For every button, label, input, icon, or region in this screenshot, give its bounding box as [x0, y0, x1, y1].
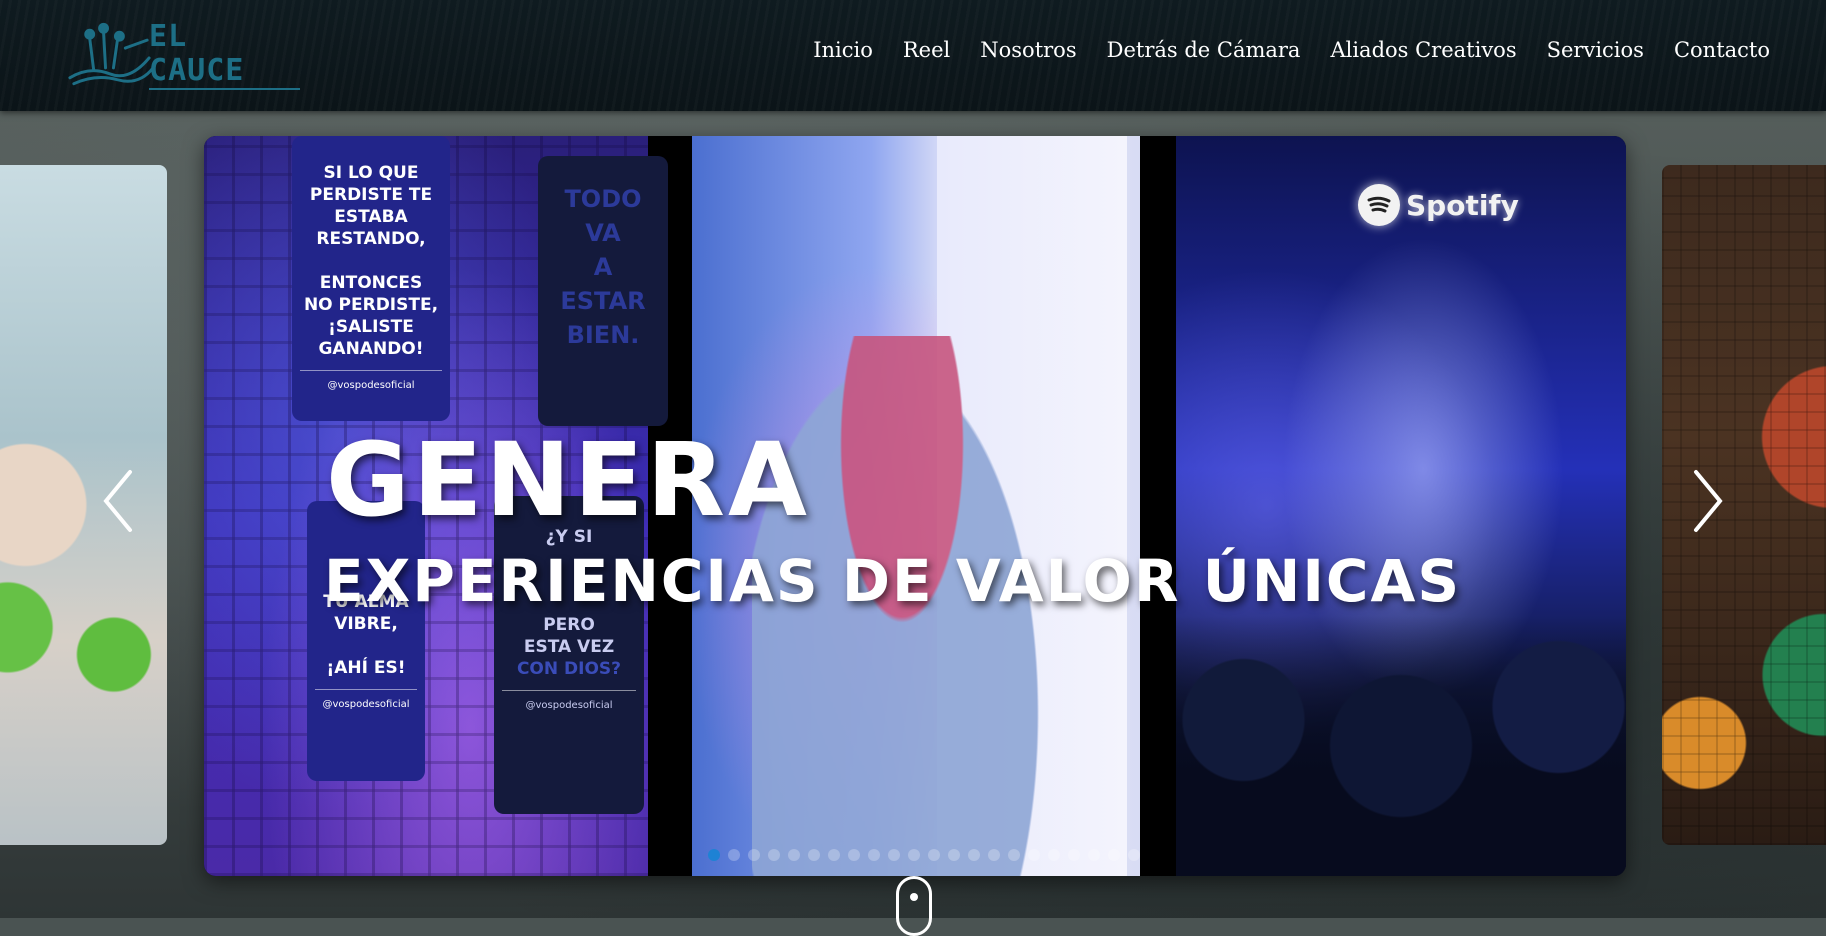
carousel-dot[interactable] — [1028, 849, 1040, 861]
nav-link-reel[interactable]: Reel — [903, 38, 950, 62]
tag3-handle: @vospodesoficial — [315, 689, 417, 716]
tag2-line-1: TODO — [564, 185, 642, 213]
tag1-line-8: ¡SALISTE — [328, 317, 414, 337]
tag3-line-4: ¡AHÍ ES! — [326, 658, 406, 678]
message-tag-1: SI LO QUE PERDISTE TE ESTABA RESTANDO, E… — [292, 136, 450, 421]
audience-silhouettes — [1176, 616, 1626, 876]
logo-emblem-icon — [68, 22, 155, 86]
carousel-dot[interactable] — [1088, 849, 1100, 861]
mouse-scroll-icon[interactable] — [896, 876, 932, 936]
acoustic-panel-pattern — [1662, 165, 1826, 845]
tag1-line-3: ESTABA — [334, 207, 408, 227]
carousel-dot[interactable] — [868, 849, 880, 861]
nav-link-contacto[interactable]: Contacto — [1674, 38, 1770, 62]
carousel-dot[interactable] — [908, 849, 920, 861]
tag1-line-9: GANANDO! — [318, 339, 424, 359]
carousel-dot[interactable] — [888, 849, 900, 861]
carousel-dot[interactable] — [988, 849, 1000, 861]
tag3-line-2: VIBRE, — [334, 614, 398, 634]
nav-link-detras-de-camara[interactable]: Detrás de Cámara — [1107, 38, 1301, 62]
carousel-slide-next[interactable] — [1662, 165, 1826, 845]
tag1-line-6: ENTONCES — [319, 273, 423, 293]
chevron-right-icon — [1694, 470, 1723, 532]
tag4-line-4: ESTA VEZ — [523, 637, 615, 657]
tag4-line-5: CON DIOS? — [516, 659, 622, 679]
carousel-dot[interactable] — [708, 849, 720, 861]
tag2-line-3: A — [593, 253, 613, 281]
message-tag-2: TODO VA A ESTAR BIEN. — [538, 156, 668, 426]
message-tag-4: ¿Y SI PERO ESTA VEZ CON DIOS? @vospodeso… — [494, 496, 644, 814]
chevron-left-icon — [103, 470, 132, 532]
nav-link-inicio[interactable]: Inicio — [813, 38, 873, 62]
carousel-dot[interactable] — [1048, 849, 1060, 861]
scroll-wheel — [910, 893, 918, 901]
carousel-dot[interactable] — [968, 849, 980, 861]
tag2-line-2: VA — [585, 219, 621, 247]
carousel-dot[interactable] — [728, 849, 740, 861]
carousel-next-button[interactable] — [1688, 466, 1728, 536]
carousel-pagination — [708, 849, 1140, 861]
main-nav: Inicio Reel Nosotros Detrás de Cámara Al… — [783, 38, 1770, 62]
tag1-line-4: RESTANDO, — [316, 229, 426, 249]
hero-carousel: SI LO QUE PERDISTE TE ESTABA RESTANDO, E… — [0, 111, 1826, 936]
hero-title: GENERA — [326, 421, 810, 540]
tag1-line-2: PERDISTE TE — [309, 185, 433, 205]
spotify-sign: Spotify — [1358, 184, 1519, 226]
nav-link-nosotros[interactable]: Nosotros — [980, 38, 1076, 62]
tag2-line-5: BIEN. — [566, 321, 640, 349]
carousel-slide-active: SI LO QUE PERDISTE TE ESTABA RESTANDO, E… — [204, 136, 1626, 876]
logo-wordmark: EL CAUCE — [149, 20, 300, 90]
carousel-dot[interactable] — [828, 849, 840, 861]
nav-link-aliados-creativos[interactable]: Aliados Creativos — [1330, 38, 1516, 62]
carousel-dot[interactable] — [948, 849, 960, 861]
carousel-dot[interactable] — [848, 849, 860, 861]
carousel-dot[interactable] — [788, 849, 800, 861]
spotify-label: Spotify — [1406, 188, 1519, 222]
carousel-dot[interactable] — [808, 849, 820, 861]
tag4-handle: @vospodesoficial — [502, 690, 636, 717]
slide-photo-stage — [1176, 136, 1626, 876]
carousel-prev-button[interactable] — [98, 466, 138, 536]
carousel-dot[interactable] — [748, 849, 760, 861]
message-tag-3: TU ALMA VIBRE, ¡AHÍ ES! @vospodesoficial — [307, 501, 425, 781]
spotify-icon — [1358, 184, 1400, 226]
carousel-slide-previous[interactable] — [0, 165, 167, 845]
hero-subtitle: EXPERIENCIAS DE VALOR ÚNICAS — [324, 547, 1462, 615]
site-logo[interactable]: EL CAUCE — [60, 18, 300, 92]
carousel-dot[interactable] — [1108, 849, 1120, 861]
nav-link-servicios[interactable]: Servicios — [1547, 38, 1644, 62]
carousel-dot[interactable] — [1068, 849, 1080, 861]
tag1-line-1: SI LO QUE — [323, 163, 419, 183]
site-header: EL CAUCE Inicio Reel Nosotros Detrás de … — [0, 0, 1826, 111]
tag1-handle: @vospodesoficial — [300, 370, 442, 397]
carousel-dot[interactable] — [928, 849, 940, 861]
tag2-line-4: ESTAR — [560, 287, 646, 315]
carousel-dot[interactable] — [768, 849, 780, 861]
tag4-line-3: PERO — [543, 615, 595, 635]
carousel-dot[interactable] — [1128, 849, 1140, 861]
tag1-line-7: NO PERDISTE, — [303, 295, 439, 315]
carousel-dot[interactable] — [1008, 849, 1020, 861]
